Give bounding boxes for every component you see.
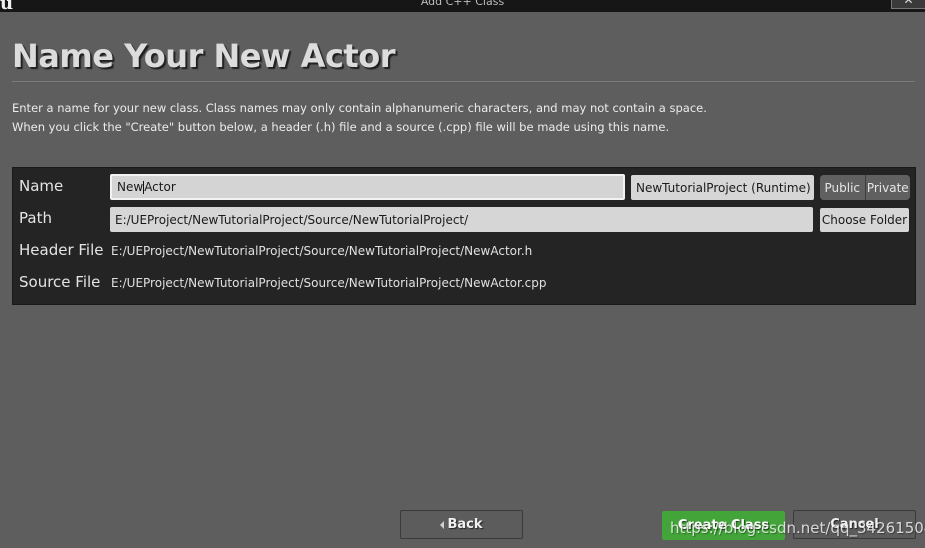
source-file-path: E:/UEProject/NewTutorialProject/Source/N…: [111, 276, 547, 290]
name-label: Name: [19, 177, 64, 195]
class-name-text-before-caret: New: [117, 180, 144, 194]
visibility-toggle: Public Private: [820, 175, 910, 200]
close-button[interactable]: ✕: [891, 0, 925, 9]
window-title: Add C++ Class: [420, 0, 505, 8]
title-bar: u Add C++ Class ✕: [0, 0, 925, 12]
page-title: Name Your New Actor: [12, 37, 395, 75]
back-button[interactable]: Back: [400, 510, 523, 539]
description-line-1: Enter a name for your new class. Class n…: [12, 101, 707, 115]
watermark-text: https://blog.csdn.net/qq_34261504: [670, 519, 925, 537]
back-button-label: Back: [447, 517, 483, 532]
public-button[interactable]: Public: [820, 175, 865, 200]
close-icon: ✕: [903, 0, 914, 7]
header-file-path: E:/UEProject/NewTutorialProject/Source/N…: [111, 244, 533, 258]
chevron-left-icon: [440, 520, 445, 529]
class-name-input[interactable]: New Actor: [110, 174, 625, 200]
module-dropdown[interactable]: NewTutorialProject (Runtime): [631, 175, 822, 200]
class-settings-panel: Name New Actor NewTutorialProject (Runtim…: [12, 167, 916, 305]
title-divider: [12, 81, 915, 82]
class-name-text-after-caret: Actor: [144, 180, 176, 194]
path-label: Path: [19, 209, 52, 227]
header-file-label: Header File: [19, 241, 104, 259]
description-line-2: When you click the "Create" button below…: [12, 120, 670, 134]
path-value: E:/UEProject/NewTutorialProject/Source/N…: [115, 212, 469, 227]
choose-folder-button[interactable]: Choose Folder: [820, 208, 909, 232]
private-button[interactable]: Private: [864, 175, 910, 200]
source-file-label: Source File: [19, 273, 101, 291]
module-dropdown-value: NewTutorialProject (Runtime): [636, 180, 811, 195]
path-input[interactable]: E:/UEProject/NewTutorialProject/Source/N…: [110, 207, 813, 232]
